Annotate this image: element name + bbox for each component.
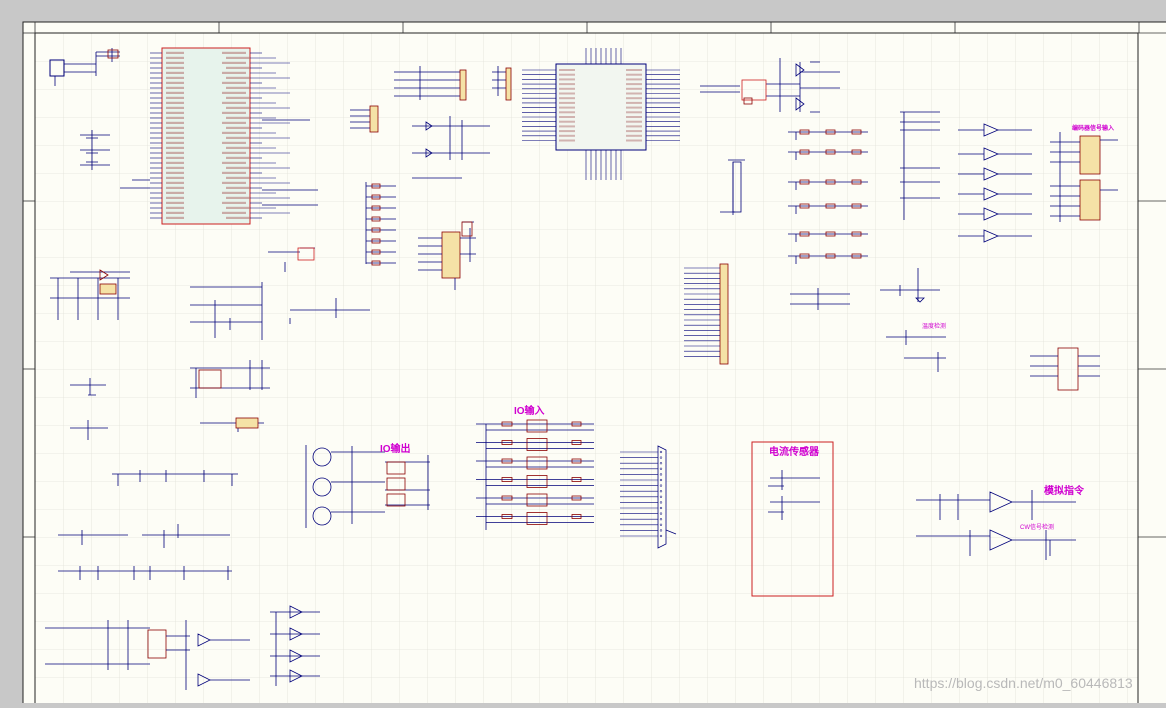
- label-current-sensor: 电流传感器: [769, 445, 820, 458]
- label-sub-note: 温度检测: [922, 322, 946, 330]
- label-analog-command: 模拟指令: [1044, 484, 1085, 497]
- regulator-ic[interactable]: [99, 283, 117, 295]
- connector-long[interactable]: [719, 263, 729, 365]
- label-encoder-input: 编码器信号输入: [1072, 124, 1114, 132]
- header-j1[interactable]: [459, 69, 467, 101]
- header-j2[interactable]: [505, 67, 512, 101]
- watermark: https://blog.csdn.net/m0_60446813: [914, 675, 1133, 691]
- schematic-viewport[interactable]: IO输入 IO输出 电流传感器 模拟指令 编码器信号输入 CW信号检测 温度检测…: [0, 0, 1166, 708]
- label-cw-signal: CW信号检测: [1020, 523, 1054, 531]
- schematic-sheet[interactable]: IO输入 IO输出 电流传感器 模拟指令 编码器信号输入 CW信号检测 温度检测…: [0, 0, 1166, 708]
- header-j4[interactable]: [441, 231, 461, 279]
- header-j3[interactable]: [369, 105, 379, 133]
- label-io-output: IO输出: [380, 442, 411, 455]
- encoder-connector-2[interactable]: [1079, 179, 1101, 221]
- encoder-connector-1[interactable]: [1079, 135, 1101, 175]
- label-io-input: IO输入: [514, 404, 545, 417]
